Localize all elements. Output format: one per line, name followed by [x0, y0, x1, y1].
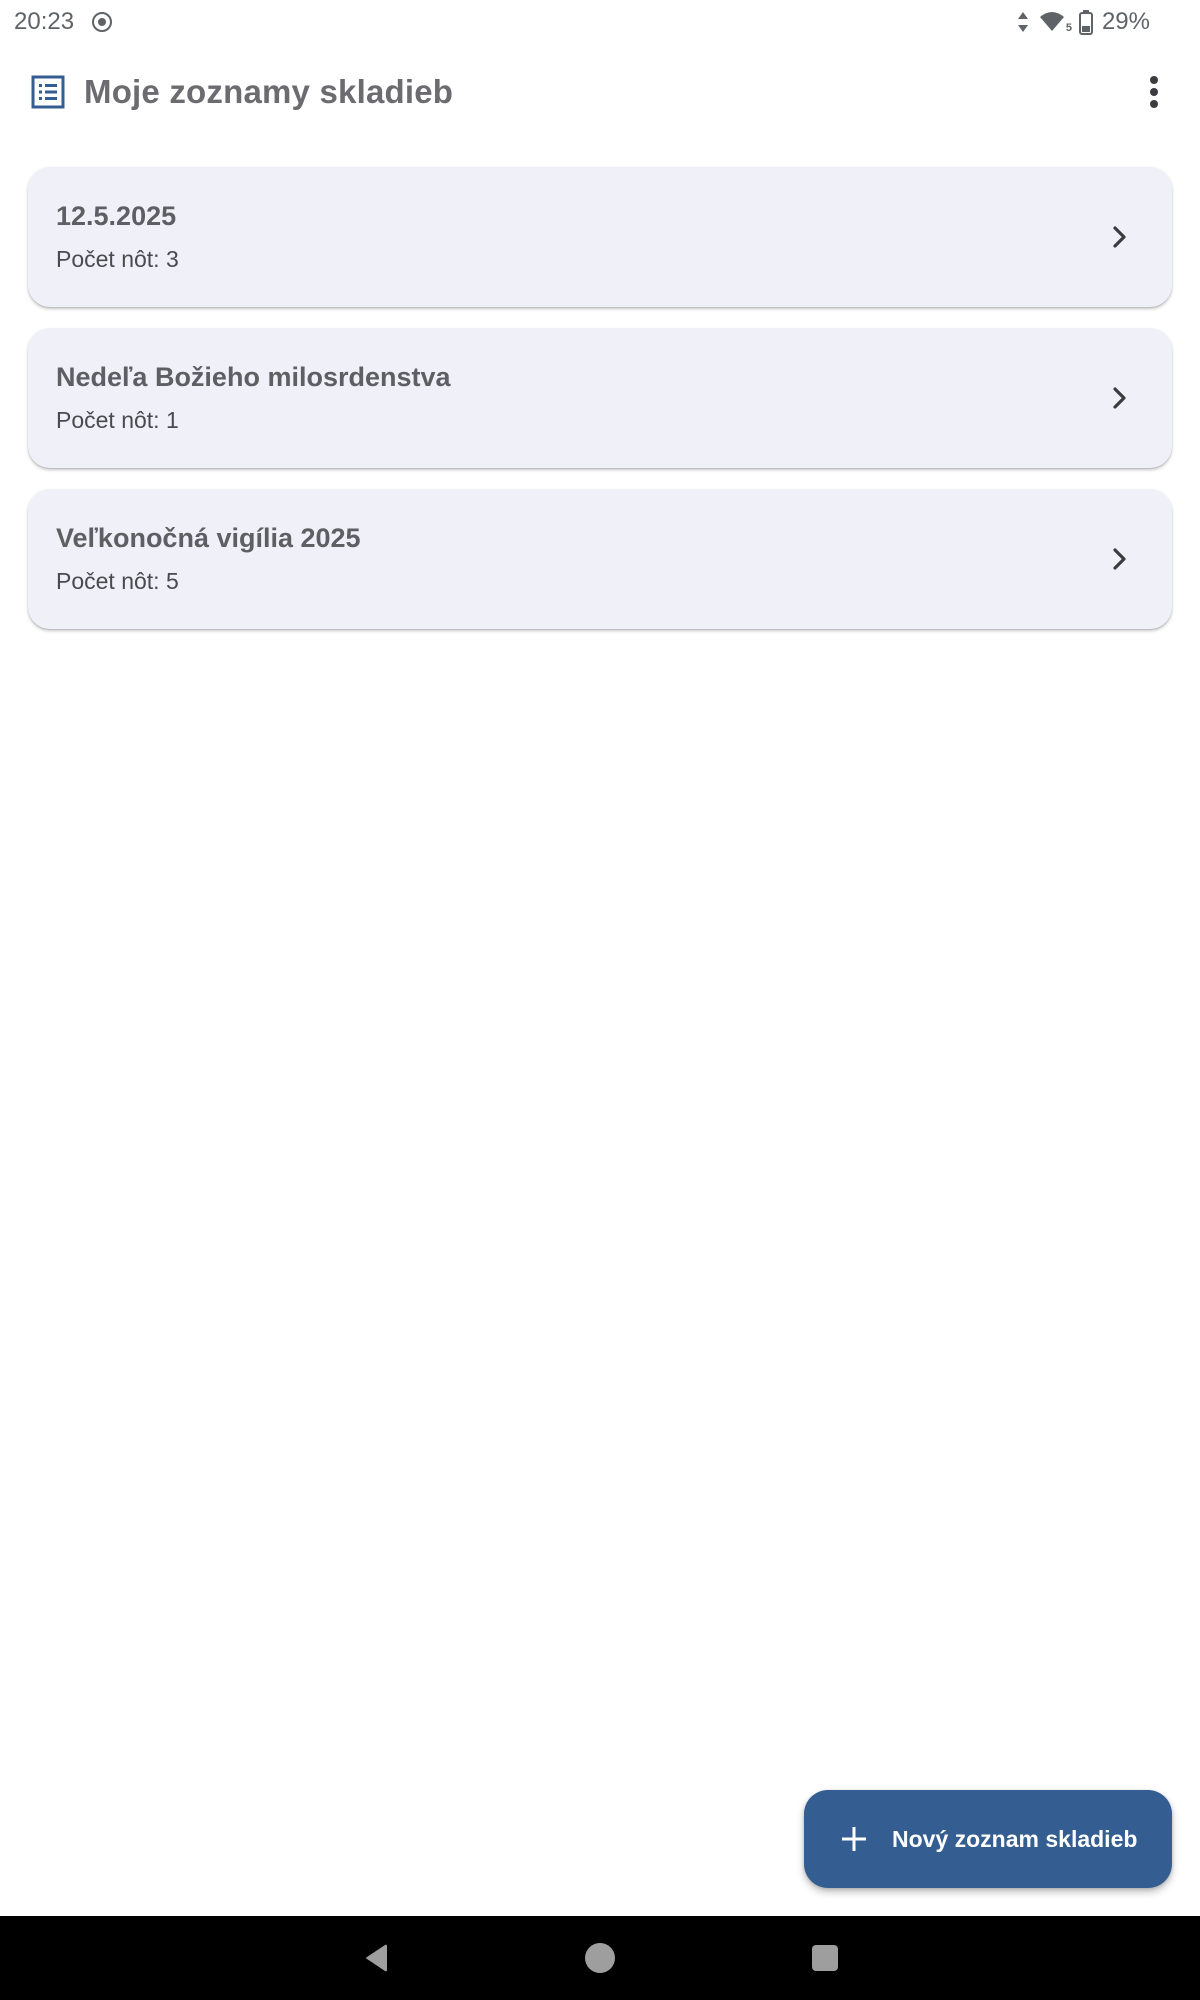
playlist-card[interactable]: 12.5.2025 Počet nôt: 3 [28, 167, 1172, 307]
back-icon [366, 1944, 387, 1972]
data-arrows-icon [1016, 10, 1030, 34]
playlist-count: Počet nôt: 1 [56, 407, 179, 433]
navigation-bar [0, 1916, 1200, 2000]
playlist-count: Počet nôt: 3 [56, 246, 179, 272]
battery-icon [1078, 9, 1094, 35]
chevron-right-icon [1104, 543, 1136, 575]
list-icon [28, 72, 68, 112]
status-time: 20:23 [14, 8, 75, 35]
playlist-title: Veľkonočná vigília 2025 [56, 523, 361, 553]
home-button[interactable] [584, 1942, 616, 1974]
screen: 20:23 5 29% Moje zoznamy skladieb 12.5.2… [0, 0, 1200, 2000]
more-vert-icon [1150, 76, 1158, 108]
plus-icon [838, 1823, 870, 1855]
battery-percent: 29% [1101, 8, 1150, 35]
home-icon [585, 1943, 615, 1973]
back-button[interactable] [361, 1942, 393, 1974]
playlist-card[interactable]: Nedeľa Božieho milosrdenstva Počet nôt: … [28, 328, 1172, 468]
playlist-card[interactable]: Veľkonočná vigília 2025 Počet nôt: 5 [28, 489, 1172, 629]
app-bar: Moje zoznamy skladieb [0, 56, 1200, 128]
recents-button[interactable] [809, 1942, 841, 1974]
playlist-title: 12.5.2025 [56, 201, 177, 231]
playlist-list: 12.5.2025 Počet nôt: 3 Nedeľa Božieho mi… [28, 167, 1172, 650]
new-playlist-button[interactable]: Nový zoznam skladieb [804, 1790, 1172, 1888]
wifi-icon: 5 [1038, 10, 1072, 34]
screen-record-icon [90, 10, 114, 34]
page-title: Moje zoznamy skladieb [84, 73, 454, 110]
status-left: 20:23 [14, 8, 114, 36]
chevron-right-icon [1104, 382, 1136, 414]
recents-icon [812, 1945, 838, 1971]
wifi-badge: 5 [1065, 22, 1072, 34]
new-playlist-label: Nový zoznam skladieb [892, 1825, 1138, 1852]
more-options-button[interactable] [1130, 68, 1178, 116]
chevron-right-icon [1104, 221, 1136, 253]
status-bar: 20:23 5 29% [0, 0, 1200, 44]
status-right: 5 29% [1016, 8, 1150, 36]
playlist-count: Počet nôt: 5 [56, 568, 179, 594]
playlist-title: Nedeľa Božieho milosrdenstva [56, 362, 451, 392]
